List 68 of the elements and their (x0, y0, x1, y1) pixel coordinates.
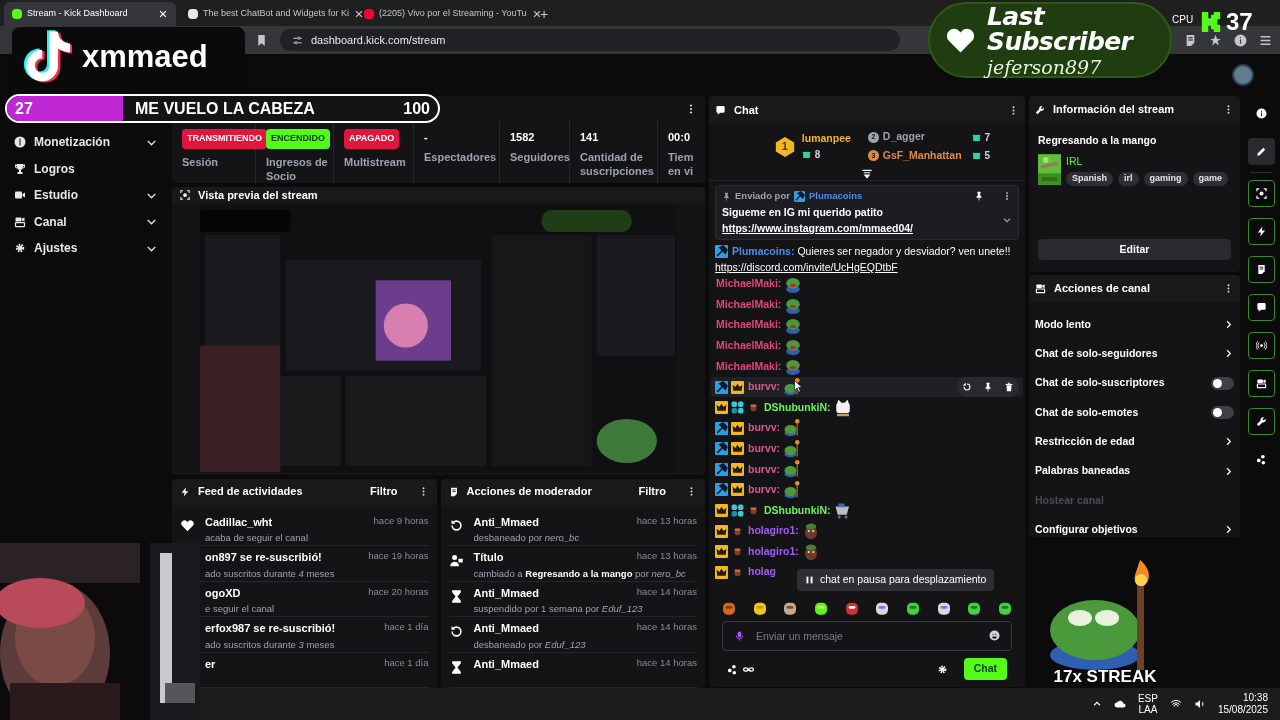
stat-label: Seguidores (510, 150, 569, 164)
leader-name: GsF_Manhattan (882, 148, 962, 163)
pinned-text: Sigueme en IG mi querido patito (722, 205, 885, 221)
item-detail: desbaneado por nero_bc (473, 531, 581, 545)
stream-title: Regresando a la mango (1038, 133, 1158, 148)
item-title: er (205, 656, 216, 672)
panel-title: Feed de actividades (198, 484, 304, 500)
stat-label: Multistream (344, 154, 407, 169)
item-detail: acaba de seguir el canal (205, 531, 309, 545)
goal-current: 27 (14, 98, 34, 119)
item-title: Anti_Mmaed (473, 514, 539, 530)
item-detail: suspendido por 1 semana por Eduf_123 (473, 602, 644, 616)
leader-name: D_agger (882, 129, 925, 145)
streak-label: 17x STREAK (1053, 666, 1157, 688)
gift-count: 5 (984, 149, 991, 164)
streamer-name: xmmaed (82, 37, 208, 76)
item-time: hace 1 día (384, 620, 429, 634)
item-title: Título (473, 550, 504, 565)
rank-number: 1 (781, 139, 788, 155)
goal-title: ME VUELO LA CABEZA (135, 98, 316, 119)
counter-value: 37 (1226, 7, 1253, 37)
overlay-title: Last Subscriber (987, 3, 1135, 54)
item-time: hace 1 día (384, 655, 429, 670)
panel-title: Acciones de moderador (466, 484, 593, 500)
pinned-label: Enviado por (735, 189, 790, 203)
stat-label: Tiem en vi (668, 150, 695, 178)
item-time: hace 20 horas (368, 584, 429, 599)
item-detail: cambiado a Regresando a la mango por nero_bc (473, 566, 687, 581)
item-title: Anti_Mmaed (473, 621, 539, 636)
status-badge: TRANSMITIENDO (182, 129, 267, 149)
stat-value: - (424, 130, 429, 144)
panel-title: Información del stream (1053, 102, 1176, 118)
item-time: hace 9 horas (373, 513, 429, 528)
message-text: Quieres ser negador y desviador? ven unete!! (797, 244, 1011, 259)
status-badge: ENCENDIDO (266, 129, 330, 149)
stat-value: 1582 (510, 130, 536, 144)
stat-label: Cantidad de suscripciones (580, 150, 655, 178)
item-time: hace 14 horas (636, 620, 697, 634)
stat-label: Espectadores (424, 150, 498, 164)
item-title: erfox987 se re-suscribió! (205, 621, 336, 636)
stat-label: Ingresos de Socio (266, 154, 329, 183)
item-title: Anti_Mmaed (473, 585, 539, 601)
gift-count: 7 (984, 130, 991, 145)
panel-title: Acciones de canal (1054, 281, 1151, 297)
leader-name: lumanpee (801, 131, 852, 147)
goal-target: 100 (403, 98, 431, 119)
item-detail: ado suscritos durante 4 meses (205, 566, 336, 581)
item-time: hace 19 horas (368, 549, 429, 563)
stat-label: Sesión (182, 154, 220, 169)
stat-value: 00:0 (668, 130, 692, 144)
panel-title: Vista previa del stream (198, 187, 318, 203)
item-title: ogoXD (205, 585, 241, 601)
gift-count: 8 (814, 147, 821, 162)
item-title: on897 se re-suscribió! (205, 550, 322, 565)
item-time: hace 13 horas (636, 513, 697, 528)
stat-value: 141 (580, 130, 600, 144)
item-time: hace 14 horas (636, 584, 697, 599)
status-badge: APAGADO (344, 129, 400, 149)
action-item: Hostear canal (1034, 492, 1105, 508)
item-time: hace 14 horas (636, 655, 697, 670)
item-title: Cadillac_wht (205, 514, 273, 530)
item-detail: desbaneado por Eduf_123 (473, 637, 587, 652)
cpu-label: CPU (1172, 13, 1194, 27)
panel-title: Chat (734, 102, 760, 118)
item-title: Anti_Mmaed (473, 656, 539, 672)
item-detail: e seguir el canal (205, 602, 276, 616)
item-detail: ado suscritos durante 3 meses (205, 637, 336, 652)
item-time: hace 13 horas (636, 549, 697, 563)
